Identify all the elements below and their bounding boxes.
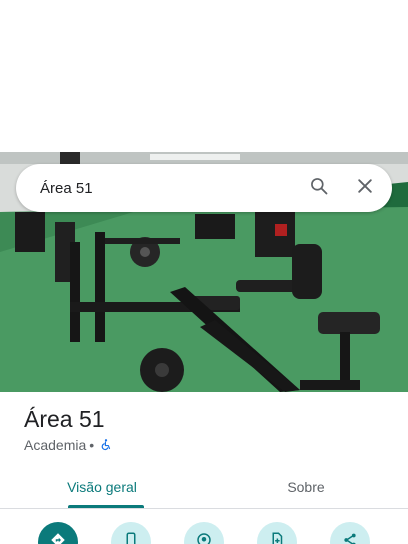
tab-sobre[interactable]: Sobre <box>204 466 408 508</box>
directions-button[interactable] <box>38 522 78 544</box>
close-icon <box>355 176 375 201</box>
place-subtitle: Academia • <box>24 437 113 453</box>
nearby-button[interactable] <box>184 522 224 544</box>
search-bar[interactable]: Área 51 <box>16 164 392 212</box>
tab-visao-geral[interactable]: Visão geral <box>0 466 204 508</box>
close-button[interactable] <box>348 171 382 205</box>
tab-label: Sobre <box>287 479 325 495</box>
call-button[interactable] <box>111 522 151 544</box>
action-buttons <box>0 522 408 544</box>
search-button[interactable] <box>302 171 336 205</box>
place-category[interactable]: Academia <box>24 437 86 453</box>
place-title: Área 51 <box>24 406 105 432</box>
tab-label: Visão geral <box>67 479 137 495</box>
search-icon <box>309 176 329 201</box>
location-icon <box>195 531 213 544</box>
place-tabs: Visão geral Sobre <box>0 466 408 508</box>
separator-dot: • <box>89 437 95 453</box>
save-button[interactable] <box>257 522 297 544</box>
place-page: Área 51 Área 51 Academia • Visão geral S… <box>0 0 408 544</box>
phone-icon <box>122 531 140 544</box>
directions-icon <box>49 531 67 544</box>
wheelchair-accessible-icon[interactable] <box>99 438 113 452</box>
share-icon <box>341 531 359 544</box>
tabs-divider <box>0 508 408 509</box>
save-icon <box>268 531 286 544</box>
search-query-text[interactable]: Área 51 <box>40 180 290 197</box>
share-button[interactable] <box>330 522 370 544</box>
